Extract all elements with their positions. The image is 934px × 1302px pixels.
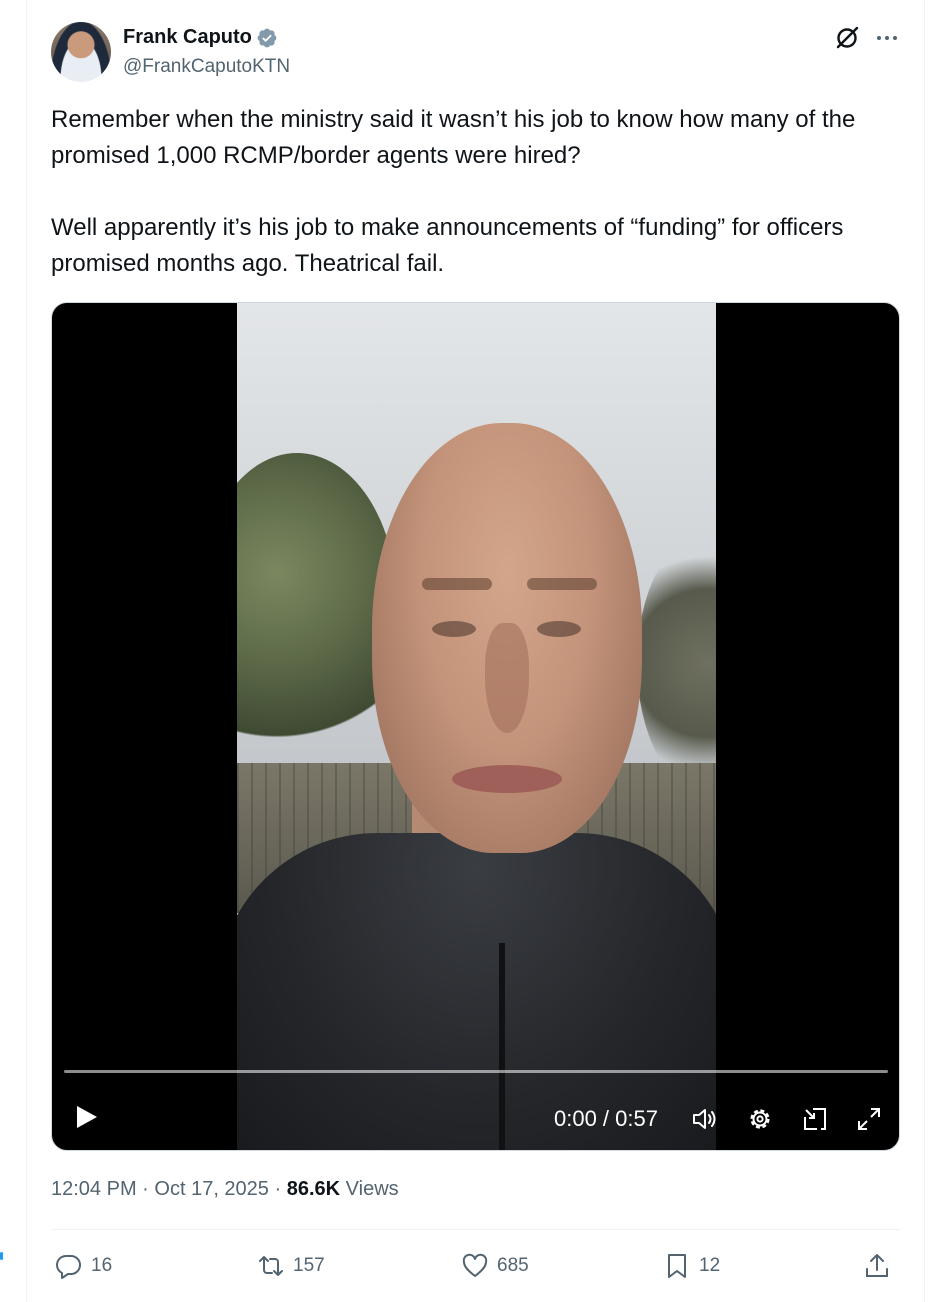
grok-icon[interactable] <box>833 24 861 52</box>
action-bar: 16 157 685 12 <box>51 1248 901 1288</box>
divider <box>51 1229 901 1230</box>
video-person-brow <box>527 578 597 590</box>
tweet-text: Remember when the ministry said it wasn’… <box>51 102 901 282</box>
reply-icon <box>56 1254 81 1279</box>
tweet-paragraph: Well apparently it’s his job to make ann… <box>51 214 844 277</box>
timeline-left-border <box>26 0 27 1302</box>
repost-icon <box>259 1256 283 1276</box>
video-person-nose <box>485 623 529 733</box>
verified-badge-icon[interactable] <box>256 27 278 49</box>
tweet-header: Frank Caputo @FrankCaputoKTN <box>51 22 901 86</box>
video-progress-bar[interactable] <box>64 1070 888 1073</box>
play-icon[interactable] <box>72 1103 100 1131</box>
repost-button[interactable]: 157 <box>257 1248 325 1284</box>
tweet-paragraph: Remember when the ministry said it wasn’… <box>51 106 856 169</box>
views-count: 86.6K <box>286 1178 341 1200</box>
heart-icon <box>462 1253 488 1277</box>
like-count: 685 <box>497 1255 529 1276</box>
bookmark-count: 12 <box>699 1255 721 1276</box>
video-controls: 0:00 / 0:57 <box>52 1093 899 1143</box>
repost-count: 157 <box>293 1255 325 1276</box>
fullscreen-icon[interactable] <box>855 1105 883 1133</box>
scroll-indicator <box>0 1252 3 1260</box>
author-name-row: Frank Caputo <box>123 26 278 49</box>
docking-icon[interactable] <box>801 1105 829 1133</box>
avatar[interactable] <box>51 22 111 82</box>
reply-count: 16 <box>91 1255 113 1276</box>
share-button[interactable] <box>863 1248 899 1284</box>
video-time: 0:00 / 0:57 <box>554 1106 658 1131</box>
video-person-brow <box>422 578 492 590</box>
video-person-eye <box>432 621 476 637</box>
video-person-mouth <box>452 765 562 793</box>
author-name[interactable]: Frank Caputo <box>123 26 252 49</box>
views-label: Views <box>345 1178 399 1200</box>
video-player[interactable]: 0:00 / 0:57 <box>51 302 900 1151</box>
video-frame[interactable] <box>237 303 716 1150</box>
meta-separator: · <box>274 1178 282 1200</box>
tweet-time[interactable]: 12:04 PM <box>51 1178 137 1200</box>
bookmark-button[interactable]: 12 <box>663 1248 720 1284</box>
author-handle[interactable]: @FrankCaputoKTN <box>123 56 290 78</box>
share-icon <box>866 1254 888 1277</box>
timeline-right-border <box>924 0 925 1302</box>
more-options-icon[interactable] <box>873 24 901 52</box>
like-button[interactable]: 685 <box>461 1248 529 1284</box>
tweet-meta: 12:04 PM · Oct 17, 2025 · 86.6K Views <box>51 1178 399 1201</box>
reply-button[interactable]: 16 <box>55 1248 112 1284</box>
settings-gear-icon[interactable] <box>746 1105 774 1133</box>
bookmark-icon <box>668 1254 686 1278</box>
video-person-eye <box>537 621 581 637</box>
meta-separator: · <box>142 1178 149 1200</box>
tweet-date[interactable]: Oct 17, 2025 <box>154 1178 269 1200</box>
volume-icon[interactable] <box>690 1105 718 1133</box>
